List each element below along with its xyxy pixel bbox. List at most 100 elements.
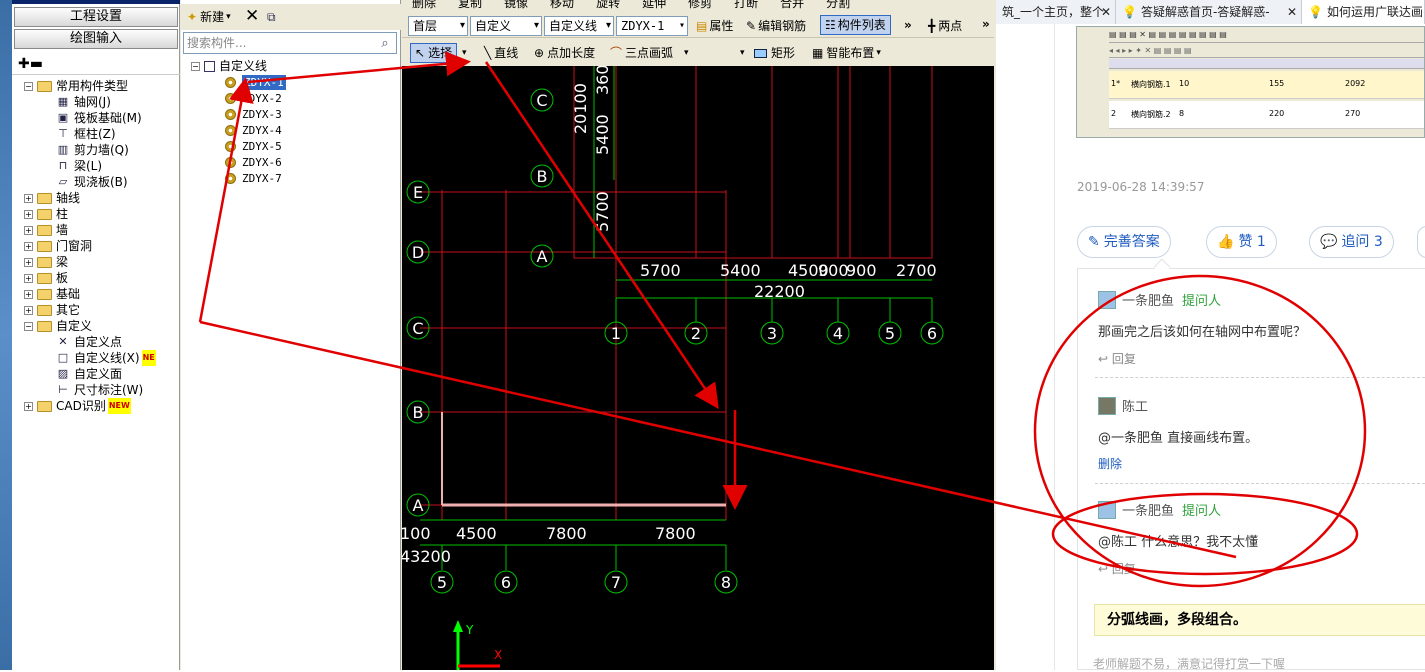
expand-icon[interactable]: + — [24, 193, 33, 203]
new-component-button[interactable]: ✦ 新建 ▾ — [187, 7, 231, 27]
tree-node[interactable]: + 板 — [24, 270, 68, 286]
tree-node[interactable]: + 轴线 — [24, 190, 80, 206]
expand-icon[interactable]: + — [24, 289, 33, 299]
component-label: ZDYX-4 — [242, 124, 282, 137]
like-button[interactable]: 👍 赞 1 — [1206, 226, 1277, 258]
floor-select[interactable]: 首层 — [408, 16, 468, 36]
expand-icon[interactable]: + — [24, 225, 33, 235]
component-item[interactable]: ZDYX-1 — [225, 75, 286, 90]
component-list-button[interactable]: ☷ 构件列表 — [820, 15, 891, 35]
thumb-cell: 横向钢筋.1 — [1131, 80, 1171, 89]
edit-tool-button[interactable]: 修剪 — [688, 0, 712, 11]
more-chevron-icon[interactable]: » — [904, 15, 912, 35]
more-chevron-icon[interactable]: » — [982, 14, 990, 34]
arc-dropdown-icon[interactable]: ▾ — [684, 43, 689, 63]
rectangle-button[interactable]: 矩形 — [754, 43, 795, 63]
tree-node[interactable]: ✕ 自定义点 — [56, 334, 122, 350]
component-item[interactable]: ZDYX-7 — [225, 171, 282, 186]
collapse-icon[interactable]: − — [24, 321, 33, 331]
edit-tool-button[interactable]: 打断 — [734, 0, 758, 11]
style-dropdown-icon[interactable]: ▾ — [740, 43, 745, 63]
component-item[interactable]: ZDYX-6 — [225, 155, 282, 170]
tree-node[interactable]: ⊓ 梁(L) — [56, 158, 102, 174]
delete-component-icon[interactable]: ✕ — [245, 6, 259, 26]
component-search-input[interactable]: 搜索构件... ⌕ — [183, 32, 397, 54]
expand-icon[interactable]: + — [24, 209, 33, 219]
tree-node[interactable]: ▥ 剪力墙(Q) — [56, 142, 129, 158]
edit-tool-button[interactable]: 旋转 — [596, 0, 620, 11]
tree-node[interactable]: + 门窗洞 — [24, 238, 92, 254]
expand-icon[interactable]: + — [24, 273, 33, 283]
subtype-select[interactable]: 自定义线 — [544, 16, 614, 36]
expand-icon[interactable]: + — [24, 401, 33, 411]
expand-icon[interactable]: + — [24, 305, 33, 315]
tree-node[interactable]: ⊢ 尺寸标注(W) — [56, 382, 143, 398]
edit-tool-button[interactable]: 镜像 — [504, 0, 528, 11]
followup-button[interactable]: 💬 追问 3 — [1309, 226, 1394, 258]
collapse-icon[interactable]: − — [24, 81, 33, 91]
copy-component-icon[interactable]: ⧉ — [267, 7, 276, 27]
edit-tool-button[interactable]: 延伸 — [642, 0, 666, 11]
reply-link-1[interactable]: ↩ 回复 — [1098, 350, 1136, 367]
tree-node-label: 柱 — [56, 207, 69, 221]
component-item[interactable]: ZDYX-3 — [225, 107, 282, 122]
component-item[interactable]: ZDYX-2 — [225, 91, 282, 106]
expand-icon[interactable]: + — [24, 241, 33, 251]
reply-link-3[interactable]: ↩ 回复 — [1098, 560, 1136, 577]
tree-node[interactable]: ▱ 现浇板(B) — [56, 174, 128, 190]
two-points-button[interactable]: ╋ 两点 — [928, 16, 962, 36]
tree-node[interactable]: □ 自定义线(X) NE — [56, 350, 156, 366]
tree-node[interactable]: + 柱 — [24, 206, 68, 222]
tree-node[interactable]: − 自定义 — [24, 318, 92, 334]
select-button[interactable]: ↖ 选择 — [410, 43, 458, 63]
component-select[interactable]: ZDYX-1 — [616, 16, 688, 36]
browser-tab-1[interactable]: 筑_一个主页，整个 ✕ — [996, 0, 1116, 24]
edit-tool-button[interactable]: 合并 — [780, 0, 804, 11]
folder-icon — [37, 320, 52, 332]
improve-answer-button[interactable]: ✎ 完善答案 — [1077, 226, 1171, 258]
component-item[interactable]: ZDYX-5 — [225, 139, 282, 154]
edit-tool-button[interactable]: 移动 — [550, 0, 574, 11]
properties-button[interactable]: ▤ 属性 — [696, 16, 733, 36]
tree-node[interactable]: ▣ 筏板基础(M) — [56, 110, 142, 126]
search-icon[interactable]: ⌕ — [376, 34, 394, 52]
axis-label: 5 — [437, 573, 447, 592]
tree-node[interactable]: + 其它 — [24, 302, 80, 318]
edit-tool-button[interactable]: 复制 — [458, 0, 482, 11]
edit-rebar-button[interactable]: ✎ 编辑钢筋 — [746, 16, 806, 36]
edit-tool-button[interactable]: 分割 — [826, 0, 850, 11]
point-length-button[interactable]: ⊕ 点加长度 — [534, 43, 595, 63]
line-button[interactable]: ╲ 直线 — [484, 43, 518, 63]
browser-tab-3[interactable]: 💡 如何运用广联达画 — [1302, 0, 1425, 24]
tree-node[interactable]: − 常用构件类型 — [24, 78, 128, 94]
select-dropdown-icon[interactable]: ▾ — [462, 43, 467, 63]
tree-node[interactable]: + CAD识别 NEW — [24, 398, 131, 414]
browser-tab-2[interactable]: 💡 答疑解惑首页-答疑解惑- ✕ — [1116, 0, 1302, 24]
tree-node[interactable]: ▨ 自定义面 — [56, 366, 122, 382]
component-root[interactable]: − 自定义线 — [191, 58, 267, 74]
tree-node[interactable]: + 梁 — [24, 254, 68, 270]
component-item[interactable]: ZDYX-4 — [225, 123, 282, 138]
cad-drawing[interactable]: 1 2 3 4 5 6 5 6 7 8 E D C B A C B A 5700 5400 4500 900900 2700… — [402, 66, 994, 670]
expand-all-icon[interactable]: ✚▬ — [18, 56, 43, 72]
cad-canvas[interactable]: 1 2 3 4 5 6 5 6 7 8 E D C B A C B A 5700 5400 4500 900 900 2700… — [402, 66, 994, 670]
more-button[interactable] — [1417, 226, 1425, 258]
edit-tool-button[interactable]: 删除 — [412, 0, 436, 11]
type-select[interactable]: 自定义 — [470, 16, 542, 36]
tree-node[interactable]: ⊤ 框柱(Z) — [56, 126, 115, 142]
smart-layout-button[interactable]: ▦ 智能布置 ▾ — [812, 43, 881, 63]
new-badge: NE — [141, 350, 156, 366]
three-point-arc-button[interactable]: ⌒ 三点画弧 — [610, 43, 673, 63]
comment-divider — [1095, 377, 1425, 378]
tree-node[interactable]: + 基础 — [24, 286, 80, 302]
delete-link[interactable]: 删除 — [1098, 455, 1122, 472]
expand-icon[interactable]: + — [24, 257, 33, 267]
custom-point-icon: ✕ — [58, 335, 68, 348]
close-icon[interactable]: ✕ — [1101, 0, 1111, 24]
tree-node[interactable]: + 墙 — [24, 222, 68, 238]
answer-image[interactable]: ▤ ▤ ▤ ✕ ▤ ▤ ▤ ▤ ▤ ▤ ▤ ▤ ◂ ◂ ▸ ▸ ✦ ✕ ▤ ▤ … — [1076, 26, 1425, 138]
close-icon[interactable]: ✕ — [1287, 0, 1297, 24]
tree-node[interactable]: ▦ 轴网(J) — [56, 94, 111, 110]
project-settings-button[interactable]: 工程设置 — [14, 7, 178, 27]
drawing-input-button[interactable]: 绘图输入 — [14, 29, 178, 49]
